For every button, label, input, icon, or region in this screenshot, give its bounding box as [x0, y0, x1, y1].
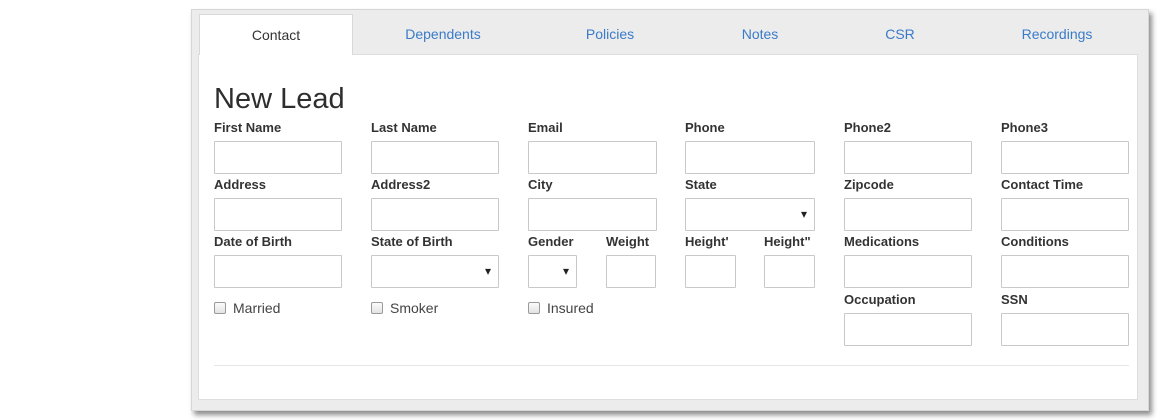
married-label: Married [233, 300, 281, 316]
conditions-label: Conditions [1001, 234, 1069, 249]
conditions-field[interactable] [1001, 255, 1129, 288]
insured-checkbox[interactable] [528, 302, 540, 314]
last-name-field[interactable] [371, 141, 499, 174]
state-of-birth-select[interactable] [371, 255, 499, 288]
email-label: Email [528, 120, 563, 135]
last-name-label: Last Name [371, 120, 437, 135]
state-of-birth-label: State of Birth [371, 234, 453, 249]
email-field[interactable] [528, 141, 657, 174]
first-name-field[interactable] [214, 141, 342, 174]
married-checkbox[interactable] [214, 302, 226, 314]
contact-time-label: Contact Time [1001, 177, 1084, 192]
city-label: City [528, 177, 553, 192]
weight-field[interactable] [606, 255, 656, 288]
smoker-checkbox[interactable] [371, 302, 383, 314]
address-field[interactable] [214, 198, 342, 231]
zipcode-label: Zipcode [844, 177, 894, 192]
phone3-field[interactable] [1001, 141, 1129, 174]
height-inches-label: Height" [764, 234, 811, 249]
medications-label: Medications [844, 234, 920, 249]
height-inches-field[interactable] [764, 255, 815, 288]
gender-select[interactable] [528, 255, 577, 288]
tab-bar: Contact Dependents Policies Notes CSR Re… [192, 10, 1148, 55]
height-feet-label: Height' [685, 234, 729, 249]
address-label: Address [214, 177, 267, 192]
date-of-birth-label: Date of Birth [214, 234, 292, 249]
address2-field[interactable] [371, 198, 499, 231]
state-label: State [685, 177, 717, 192]
lead-panel: Contact Dependents Policies Notes CSR Re… [191, 9, 1149, 411]
address2-label: Address2 [371, 177, 431, 192]
occupation-field[interactable] [844, 313, 972, 346]
date-of-birth-field[interactable] [214, 255, 342, 288]
form-divider [214, 365, 1129, 366]
tab-policies[interactable]: Policies [532, 14, 688, 54]
city-field[interactable] [528, 198, 657, 231]
state-select[interactable] [685, 198, 815, 231]
tab-recordings[interactable]: Recordings [972, 14, 1142, 54]
zipcode-field[interactable] [844, 198, 972, 231]
phone2-field[interactable] [844, 141, 972, 174]
smoker-label: Smoker [390, 300, 439, 316]
gender-label: Gender [528, 234, 574, 249]
contact-time-field[interactable] [1001, 198, 1129, 231]
tab-csr[interactable]: CSR [832, 14, 968, 54]
phone-field[interactable] [685, 141, 815, 174]
tab-notes[interactable]: Notes [692, 14, 828, 54]
contact-form: New Lead First Name Last Name Email Phon… [198, 54, 1138, 400]
tab-contact[interactable]: Contact [199, 14, 353, 55]
ssn-label: SSN [1001, 292, 1028, 307]
tab-dependents[interactable]: Dependents [358, 14, 528, 54]
insured-label: Insured [547, 300, 594, 316]
medications-field[interactable] [844, 255, 972, 288]
occupation-label: Occupation [844, 292, 916, 307]
height-feet-field[interactable] [685, 255, 736, 288]
weight-label: Weight [606, 234, 650, 249]
first-name-label: First Name [214, 120, 282, 135]
page-title: New Lead [214, 83, 345, 115]
phone-label: Phone [685, 120, 725, 135]
phone3-label: Phone3 [1001, 120, 1048, 135]
ssn-field[interactable] [1001, 313, 1129, 346]
phone2-label: Phone2 [844, 120, 891, 135]
